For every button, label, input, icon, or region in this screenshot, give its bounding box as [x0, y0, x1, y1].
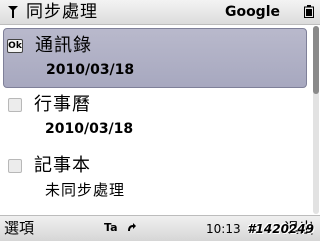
softkey-bar: 選項 Ta 10:13 退出 #1420249: [0, 215, 320, 241]
scrollbar[interactable]: [313, 26, 319, 214]
title-bar: 同步處理 Google: [0, 0, 320, 25]
sync-target-label: Google: [224, 4, 280, 20]
antenna-icon: [8, 6, 18, 18]
list-item-label: 通訊錄: [35, 35, 92, 56]
list-item-detail: 2010/03/18: [46, 62, 135, 78]
list-item-calendar[interactable]: 行事曆 2010/03/18: [3, 88, 307, 148]
checkbox-unchecked[interactable]: [8, 159, 22, 173]
sync-content-list: Ok 通訊錄 2010/03/18 行事曆 2010/03/18 記事本 未同步…: [0, 25, 310, 215]
sync-status-icon: [128, 223, 136, 231]
list-item-contacts[interactable]: Ok 通訊錄 2010/03/18: [3, 28, 307, 88]
list-item-label: 行事曆: [34, 94, 91, 115]
checkbox-checked[interactable]: Ok: [7, 39, 23, 53]
list-item-detail: 未同步處理: [45, 181, 126, 199]
watermark: #1420249: [247, 222, 314, 236]
scrollbar-thumb[interactable]: [313, 26, 319, 94]
checkbox-unchecked[interactable]: [8, 98, 22, 112]
list-item-notes[interactable]: 記事本 未同步處理: [3, 149, 307, 209]
clock: 10:13: [206, 222, 241, 236]
battery-icon: [304, 5, 314, 18]
list-item-detail: 2010/03/18: [45, 121, 134, 137]
list-item-label: 記事本: [34, 155, 91, 176]
options-softkey[interactable]: 選項: [4, 218, 34, 239]
input-mode-indicator: Ta: [104, 221, 118, 234]
page-title: 同步處理: [26, 2, 98, 22]
